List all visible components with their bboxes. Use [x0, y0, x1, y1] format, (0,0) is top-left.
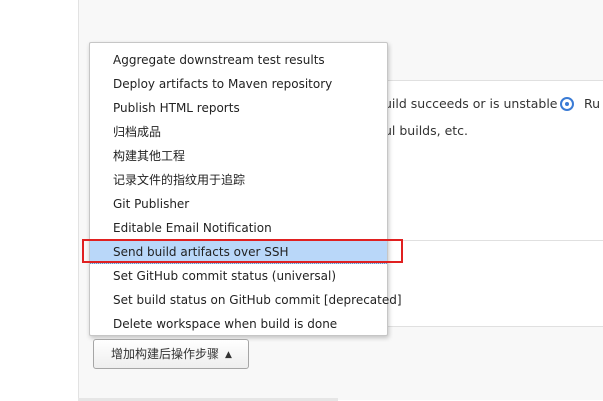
menu-item-email-notification[interactable]: Editable Email Notification — [90, 216, 387, 240]
menu-item-aggregate-test-results[interactable]: Aggregate downstream test results — [90, 48, 387, 72]
jenkins-config-page: uild succeeds or is unstable Ru ul build… — [0, 0, 603, 401]
add-post-build-step-button[interactable]: 增加构建后操作步骤 ▲ — [93, 339, 249, 369]
menu-item-record-fingerprints[interactable]: 记录文件的指纹用于追踪 — [90, 168, 387, 192]
menu-item-send-artifacts-ssh[interactable]: Send build artifacts over SSH — [90, 240, 387, 264]
menu-item-github-commit-status[interactable]: Set GitHub commit status (universal) — [90, 264, 387, 288]
trigger-condition-text: uild succeeds or is unstable — [384, 96, 558, 111]
menu-item-github-build-status[interactable]: Set build status on GitHub commit [depre… — [90, 288, 402, 312]
radio-label: Ru — [584, 96, 601, 111]
add-post-build-step-label: 增加构建后操作步骤 — [111, 347, 220, 361]
menu-item-archive-artifacts[interactable]: 归档成品 — [90, 120, 387, 144]
menu-item-deploy-maven[interactable]: Deploy artifacts to Maven repository — [90, 72, 387, 96]
menu-item-delete-workspace[interactable]: Delete workspace when build is done — [90, 312, 387, 336]
post-build-action-menu: Aggregate downstream test results Deploy… — [89, 42, 402, 336]
menu-item-build-other-projects[interactable]: 构建其他工程 — [90, 144, 387, 168]
caret-up-icon: ▲ — [225, 350, 232, 360]
menu-item-git-publisher[interactable]: Git Publisher — [90, 192, 387, 216]
builds-description-text: ul builds, etc. — [384, 123, 469, 138]
left-margin — [0, 0, 78, 401]
menu-item-publish-html[interactable]: Publish HTML reports — [90, 96, 387, 120]
radio-button-selected[interactable] — [560, 97, 574, 111]
